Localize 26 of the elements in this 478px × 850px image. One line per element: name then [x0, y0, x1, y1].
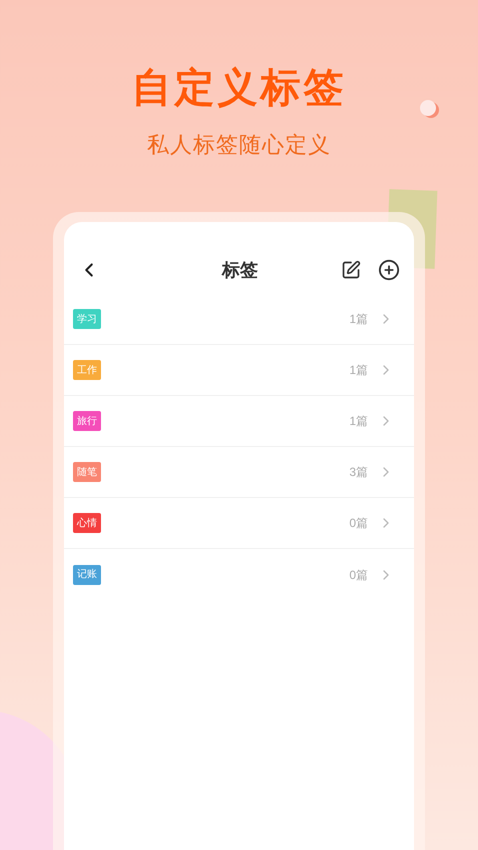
page-title: 标签 — [220, 258, 259, 282]
add-button[interactable] — [378, 259, 400, 281]
tag-chip: 记账 — [73, 564, 101, 584]
hero-subtitle: 私人标签随心定义 — [147, 131, 331, 159]
tag-row[interactable]: 学习 1篇 — [64, 294, 414, 345]
dot-decoration — [420, 100, 436, 116]
article-count: 1篇 — [349, 413, 368, 430]
tag-row[interactable]: 记账 0篇 — [64, 549, 414, 600]
tag-row[interactable]: 心情 0篇 — [64, 498, 414, 549]
tag-chip: 工作 — [73, 360, 101, 380]
tag-chip: 旅行 — [73, 411, 101, 431]
tag-row[interactable]: 工作 1篇 — [64, 345, 414, 396]
add-icon — [378, 259, 400, 281]
tag-chip: 随笔 — [73, 462, 101, 482]
edit-button[interactable] — [340, 259, 362, 281]
tag-chip: 心情 — [73, 513, 101, 533]
article-count: 0篇 — [349, 515, 368, 532]
article-count: 0篇 — [349, 566, 368, 584]
tag-row[interactable]: 随笔 3篇 — [64, 447, 414, 498]
tag-chip: 学习 — [73, 309, 101, 329]
hero-title: 自定义标签 — [132, 65, 346, 112]
article-count: 1篇 — [349, 311, 368, 328]
article-count: 3篇 — [349, 464, 368, 481]
edit-icon — [341, 260, 361, 280]
article-count: 1篇 — [349, 362, 368, 379]
tag-row[interactable]: 旅行 1篇 — [64, 396, 414, 447]
